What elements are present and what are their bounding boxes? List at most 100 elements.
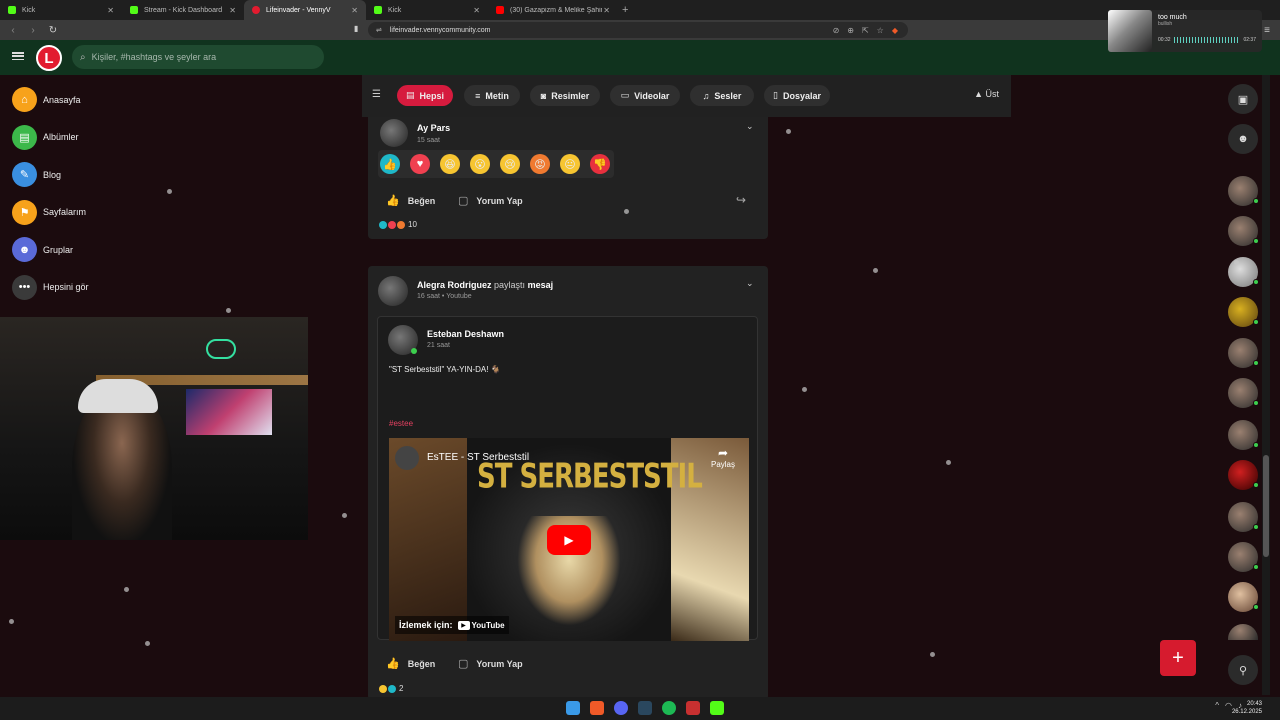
windows-start-icon[interactable] — [566, 701, 580, 715]
sidebar-item-blog[interactable]: ✎ Blog — [0, 156, 320, 194]
page-scrollbar[interactable] — [1262, 75, 1270, 695]
browser-tab[interactable]: Kick ✕ — [366, 0, 488, 20]
spotify-icon[interactable] — [662, 701, 676, 715]
sidebar-item-see-all[interactable]: ••• Hepsini gör — [0, 269, 320, 307]
close-icon[interactable]: ✕ — [107, 6, 114, 15]
friend-avatar[interactable] — [1228, 378, 1259, 408]
browser-tab-active[interactable]: Lifeinvader - VennyV ✕ — [244, 0, 366, 20]
extension-icon[interactable]: ⊘ — [833, 26, 840, 35]
sad-reaction-icon[interactable]: 😢 — [500, 154, 520, 174]
kick-icon[interactable] — [710, 701, 724, 715]
filter-chip-files[interactable]: ▯ Dosyalar — [764, 85, 830, 106]
browser-tab[interactable]: (30) Gazapizm & Melike Şahin - Olur✕ — [488, 0, 618, 20]
forward-icon[interactable]: › — [26, 25, 40, 36]
post-author-name[interactable]: Alegra Rodriguez — [417, 280, 492, 290]
search-input[interactable] — [91, 52, 312, 62]
reaction-count[interactable]: 10 — [379, 220, 417, 229]
tray-expand-icon[interactable]: ^ — [1215, 701, 1219, 710]
search-bar[interactable]: ⌕ — [72, 45, 324, 69]
reload-icon[interactable]: ↻ — [46, 25, 60, 36]
friend-avatar[interactable] — [1228, 338, 1259, 368]
brave-icon[interactable] — [590, 701, 604, 715]
scrollbar-thumb[interactable] — [1263, 455, 1269, 557]
url-field[interactable]: ⇌ lifeinvader.vennycommunity.com ⊘ ⊕ ⇱ ☆… — [368, 22, 908, 38]
star-icon[interactable]: ☆ — [877, 26, 884, 35]
zoom-icon[interactable]: ⊕ — [847, 26, 854, 35]
song-progress[interactable] — [1173, 37, 1241, 43]
friend-avatar[interactable] — [1228, 582, 1259, 612]
steam-icon[interactable] — [638, 701, 652, 715]
angry-reaction-icon[interactable]: 😡 — [530, 154, 550, 174]
wow-reaction-icon[interactable]: 😮 — [470, 154, 490, 174]
menu-icon[interactable] — [12, 50, 24, 62]
like-button[interactable]: 👍 Beğen — [386, 657, 435, 670]
create-post-button[interactable]: + — [1160, 640, 1196, 676]
meh-reaction-icon[interactable]: 😐 — [560, 154, 580, 174]
friend-avatar[interactable] — [1228, 257, 1259, 287]
messages-button[interactable]: ▣ — [1228, 84, 1258, 114]
new-tab-icon[interactable]: + — [618, 4, 628, 16]
sidebar-item-albums[interactable]: ▤ Albümler — [0, 119, 320, 157]
filter-chip-images[interactable]: ◙ Resimler — [530, 85, 600, 106]
youtube-embed[interactable]: ST SERBESTSTIL EsTEE - ST Serbeststil ▶ … — [389, 438, 749, 641]
find-friends-button[interactable]: ⚲ — [1228, 655, 1258, 685]
discord-icon[interactable] — [614, 701, 628, 715]
friends-button[interactable]: ☻ — [1228, 124, 1258, 154]
filter-settings-icon[interactable]: ☰ — [372, 89, 381, 100]
friend-avatar[interactable] — [1228, 297, 1259, 327]
system-clock[interactable]: 20:43 26.12.2025 — [1232, 700, 1262, 716]
browser-tab[interactable]: Kick ✕ — [0, 0, 122, 20]
friend-avatar[interactable] — [1228, 624, 1258, 640]
close-icon[interactable]: ✕ — [229, 6, 236, 15]
haha-reaction-icon[interactable]: 😆 — [440, 154, 460, 174]
sidebar-item-pages[interactable]: ⚑ Sayfalarım — [0, 194, 320, 232]
comment-button[interactable]: ▢ Yorum Yap — [458, 194, 523, 207]
filter-chip-audio[interactable]: ♫ Sesler — [690, 85, 754, 106]
avatar[interactable] — [380, 119, 408, 147]
channel-avatar[interactable] — [395, 446, 419, 470]
close-icon[interactable]: ✕ — [603, 6, 610, 15]
dislike-reaction-icon[interactable]: 👎 — [590, 154, 610, 174]
avatar[interactable] — [378, 276, 408, 306]
watch-on-youtube[interactable]: İzlemek için: ▶ YouTube — [395, 616, 509, 634]
bookmark-icon[interactable]: ▮ — [354, 24, 358, 33]
post-author[interactable]: Ay Pars — [417, 123, 450, 133]
friend-avatar[interactable] — [1228, 542, 1259, 572]
sidebar-item-groups[interactable]: ☻ Gruplar — [0, 231, 320, 269]
close-icon[interactable]: ✕ — [351, 6, 358, 15]
filter-chip-all[interactable]: ▤ Hepsi — [397, 85, 453, 106]
app-icon[interactable] — [686, 701, 700, 715]
scroll-top-button[interactable]: ▲ Üst — [974, 89, 999, 99]
video-share-button[interactable]: ➦ Paylaş — [711, 446, 735, 469]
hashtag-link[interactable]: #estee — [389, 419, 413, 428]
site-info-icon[interactable]: ⇌ — [376, 26, 382, 34]
lifeinvader-logo[interactable]: L — [36, 45, 62, 71]
browser-menu-icon[interactable]: ≡ — [1264, 25, 1270, 36]
filter-chip-videos[interactable]: ▭ Videolar — [610, 85, 680, 106]
wifi-icon[interactable]: ◠ — [1225, 701, 1232, 710]
sidebar-item-home[interactable]: ⌂ Anasayfa — [0, 81, 320, 119]
close-icon[interactable]: ✕ — [473, 6, 480, 15]
friend-avatar[interactable] — [1228, 216, 1259, 246]
back-icon[interactable]: ‹ — [6, 25, 20, 36]
like-reaction-icon[interactable]: 👍 — [380, 154, 400, 174]
brave-shield-icon[interactable]: ◆ — [892, 26, 898, 35]
friend-avatar[interactable] — [1228, 460, 1259, 490]
friend-avatar[interactable] — [1228, 420, 1259, 450]
browser-tab[interactable]: Stream - Kick Dashboard ✕ — [122, 0, 244, 20]
filter-chip-text[interactable]: ≡ Metin — [464, 85, 520, 106]
comment-button[interactable]: ▢ Yorum Yap — [458, 657, 523, 670]
like-button[interactable]: 👍 Beğen — [386, 194, 435, 207]
share-icon[interactable]: ↪ — [736, 193, 746, 207]
chevron-down-icon[interactable]: ⌄ — [746, 278, 754, 289]
chevron-down-icon[interactable]: ⌄ — [746, 121, 754, 132]
friend-avatar[interactable] — [1228, 502, 1259, 532]
shared-post-author[interactable]: Esteban Deshawn — [427, 329, 504, 339]
reaction-count[interactable]: 2 — [379, 684, 403, 693]
play-button[interactable]: ▶ — [547, 525, 591, 555]
share-icon[interactable]: ⇱ — [862, 26, 869, 35]
snowflake — [9, 619, 14, 624]
video-title[interactable]: EsTEE - ST Serbeststil — [427, 452, 529, 463]
love-reaction-icon[interactable]: ♥ — [410, 154, 430, 174]
friend-avatar[interactable] — [1228, 176, 1259, 206]
